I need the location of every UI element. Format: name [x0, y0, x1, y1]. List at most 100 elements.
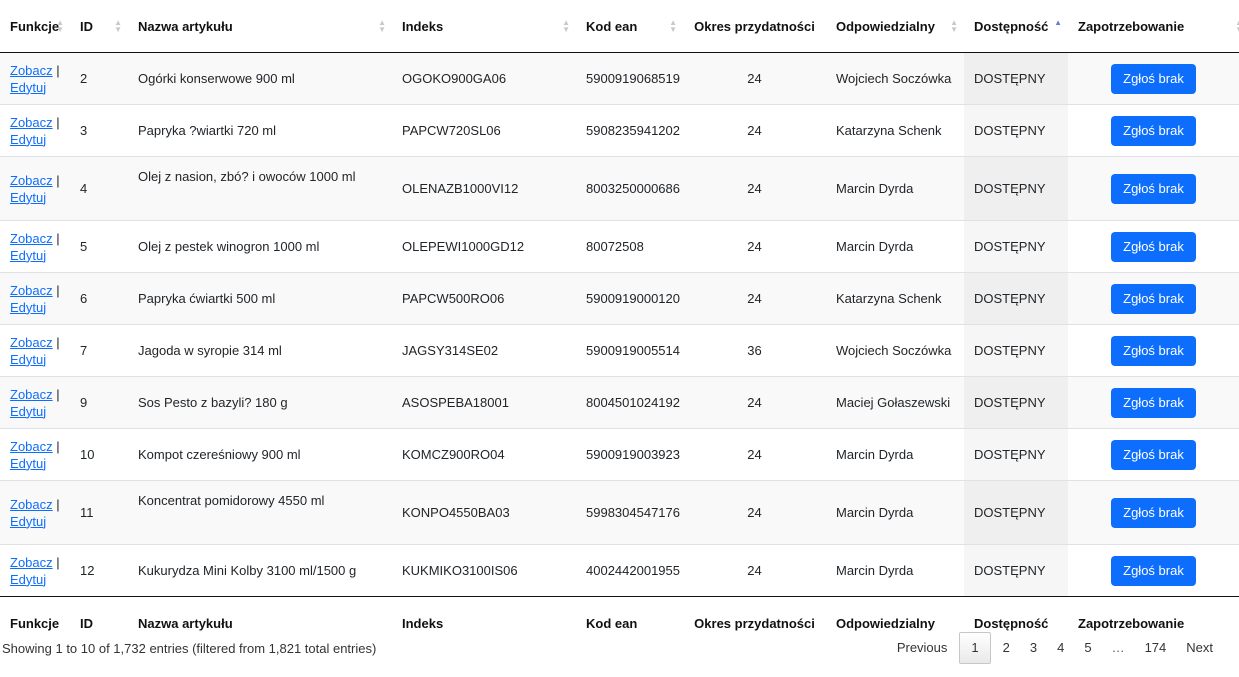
table-row: Zobacz | Edytuj 3 Papryka ?wiartki 720 ml PA… — [0, 104, 1239, 157]
cell-owner: Wojciech Soczówka — [826, 324, 964, 377]
cell-owner: Marcin Dyrda — [826, 480, 964, 545]
cell-name: Ogórki konserwowe 900 ml — [128, 52, 392, 105]
cell-shelf-life: 36 — [683, 324, 826, 377]
edit-link[interactable]: Edytuj — [10, 80, 46, 95]
table-row: Zobacz | Edytuj 5 Olej z pestek winogron 10… — [0, 220, 1239, 273]
view-link[interactable]: Zobacz — [10, 497, 53, 512]
report-shortage-button[interactable]: Zgłoś brak — [1111, 439, 1196, 470]
cell-shelf-life: 24 — [683, 220, 826, 273]
cell-demand: Zgłoś brak — [1068, 324, 1239, 377]
cell-ean: 5900919003923 — [576, 428, 683, 481]
edit-link[interactable]: Edytuj — [10, 190, 46, 205]
cell-owner: Marcin Dyrda — [826, 544, 964, 597]
cell-shelf-life: 24 — [683, 480, 826, 545]
link-separator: | — [56, 114, 60, 130]
pagination-page-1[interactable]: 1 — [959, 632, 991, 664]
cell-ean: 4002442001955 — [576, 544, 683, 597]
pagination-page-174[interactable]: 174 — [1135, 633, 1177, 663]
cell-name: Olej z pestek winogron 1000 ml — [128, 220, 392, 273]
report-shortage-button[interactable]: Zgłoś brak — [1111, 231, 1196, 262]
table-row: Zobacz | Edytuj 11 Koncentrat pomidorowy 45… — [0, 480, 1239, 545]
edit-link[interactable]: Edytuj — [10, 514, 46, 529]
row-actions: Zobacz | Edytuj — [0, 104, 70, 157]
cell-id: 6 — [70, 272, 128, 325]
cell-id: 9 — [70, 376, 128, 429]
cell-status: DOSTĘPNY — [964, 52, 1068, 105]
report-shortage-button[interactable]: Zgłoś brak — [1111, 387, 1196, 418]
cell-status: DOSTĘPNY — [964, 376, 1068, 429]
cell-owner: Wojciech Soczówka — [826, 52, 964, 105]
link-separator: | — [56, 230, 60, 246]
report-shortage-button[interactable]: Zgłoś brak — [1111, 115, 1196, 146]
table-row: Zobacz | Edytuj 10 Kompot czereśniowy 900 m… — [0, 428, 1239, 481]
view-link[interactable]: Zobacz — [10, 173, 53, 188]
articles-table: Funkcje ▲ ▼ ID ▲ ▼ Nazwa artykułu ▲ ▼ Indeks ▲ ▼… — [0, 0, 1239, 649]
pagination-page-5[interactable]: 5 — [1074, 633, 1101, 663]
header-id[interactable]: ID ▲ ▼ — [70, 0, 128, 53]
cell-shelf-life: 24 — [683, 104, 826, 157]
edit-link[interactable]: Edytuj — [10, 456, 46, 471]
cell-owner: Marcin Dyrda — [826, 220, 964, 273]
header-dostepnosc[interactable]: Dostępność ▲ — [964, 0, 1068, 53]
cell-id: 3 — [70, 104, 128, 157]
sort-ascending-icon: ▲ — [1054, 18, 1062, 27]
header-kod-ean[interactable]: Kod ean ▲ ▼ — [576, 0, 683, 53]
header-label: Dostępność — [974, 18, 1049, 34]
edit-link[interactable]: Edytuj — [10, 352, 46, 367]
report-shortage-button[interactable]: Zgłoś brak — [1111, 497, 1196, 528]
header-okres[interactable]: Okres przydatności — [683, 0, 826, 53]
cell-demand: Zgłoś brak — [1068, 156, 1239, 221]
cell-demand: Zgłoś brak — [1068, 104, 1239, 157]
sort-icon: ▲▼ — [1235, 19, 1239, 34]
view-link[interactable]: Zobacz — [10, 63, 53, 78]
data-table-page: Funkcje ▲ ▼ ID ▲ ▼ Nazwa artykułu ▲ ▼ Indeks ▲ ▼… — [0, 0, 1239, 677]
header-nazwa[interactable]: Nazwa artykułu ▲ ▼ — [128, 0, 392, 53]
pagination-previous[interactable]: Previous — [887, 633, 958, 663]
cell-status: DOSTĘPNY — [964, 428, 1068, 481]
edit-link[interactable]: Edytuj — [10, 248, 46, 263]
report-shortage-button[interactable]: Zgłoś brak — [1111, 283, 1196, 314]
header-zapotrzebowanie[interactable]: Zapotrzebowanie ▲▼ — [1068, 0, 1239, 53]
pagination-page-4[interactable]: 4 — [1047, 633, 1074, 663]
link-separator: | — [56, 172, 60, 188]
cell-ean: 5900919005514 — [576, 324, 683, 377]
header-indeks[interactable]: Indeks ▲ ▼ — [392, 0, 576, 53]
table-footer-bar: Showing 1 to 10 of 1,732 entries (filter… — [0, 628, 1239, 668]
view-link[interactable]: Zobacz — [10, 115, 53, 130]
header-label: Odpowiedzialny — [836, 18, 935, 34]
pagination-page-3[interactable]: 3 — [1020, 633, 1047, 663]
sort-icon: ▲▼ — [114, 18, 122, 34]
view-link[interactable]: Zobacz — [10, 335, 53, 350]
report-shortage-button[interactable]: Zgłoś brak — [1111, 63, 1196, 94]
cell-owner: Katarzyna Schenk — [826, 104, 964, 157]
link-separator: | — [56, 282, 60, 298]
pagination-page-2[interactable]: 2 — [993, 633, 1020, 663]
cell-demand: Zgłoś brak — [1068, 428, 1239, 481]
view-link[interactable]: Zobacz — [10, 231, 53, 246]
edit-link[interactable]: Edytuj — [10, 132, 46, 147]
cell-owner: Maciej Gołaszewski — [826, 376, 964, 429]
header-odpowiedzialny[interactable]: Odpowiedzialny ▲ ▼ — [826, 0, 964, 53]
pagination-next[interactable]: Next — [1176, 633, 1223, 663]
edit-link[interactable]: Edytuj — [10, 404, 46, 419]
header-funkcje[interactable]: Funkcje ▲ ▼ — [0, 0, 70, 53]
row-actions: Zobacz | Edytuj — [0, 376, 70, 429]
cell-name: Kompot czereśniowy 900 ml — [128, 428, 392, 481]
header-label: Indeks — [402, 18, 444, 34]
link-separator: | — [56, 386, 60, 402]
report-shortage-button[interactable]: Zgłoś brak — [1111, 173, 1196, 204]
cell-index: ASOSPEBA18001 — [392, 376, 576, 429]
view-link[interactable]: Zobacz — [10, 283, 53, 298]
cell-name: Olej z nasion, zbó? i owoców 1000 ml — [128, 156, 392, 221]
sort-icon: ▲▼ — [669, 18, 677, 34]
report-shortage-button[interactable]: Zgłoś brak — [1111, 555, 1196, 586]
view-link[interactable]: Zobacz — [10, 555, 53, 570]
cell-id: 5 — [70, 220, 128, 273]
header-label: Okres przydatności — [694, 18, 815, 34]
cell-status: DOSTĘPNY — [964, 272, 1068, 325]
edit-link[interactable]: Edytuj — [10, 572, 46, 587]
view-link[interactable]: Zobacz — [10, 439, 53, 454]
report-shortage-button[interactable]: Zgłoś brak — [1111, 335, 1196, 366]
view-link[interactable]: Zobacz — [10, 387, 53, 402]
edit-link[interactable]: Edytuj — [10, 300, 46, 315]
